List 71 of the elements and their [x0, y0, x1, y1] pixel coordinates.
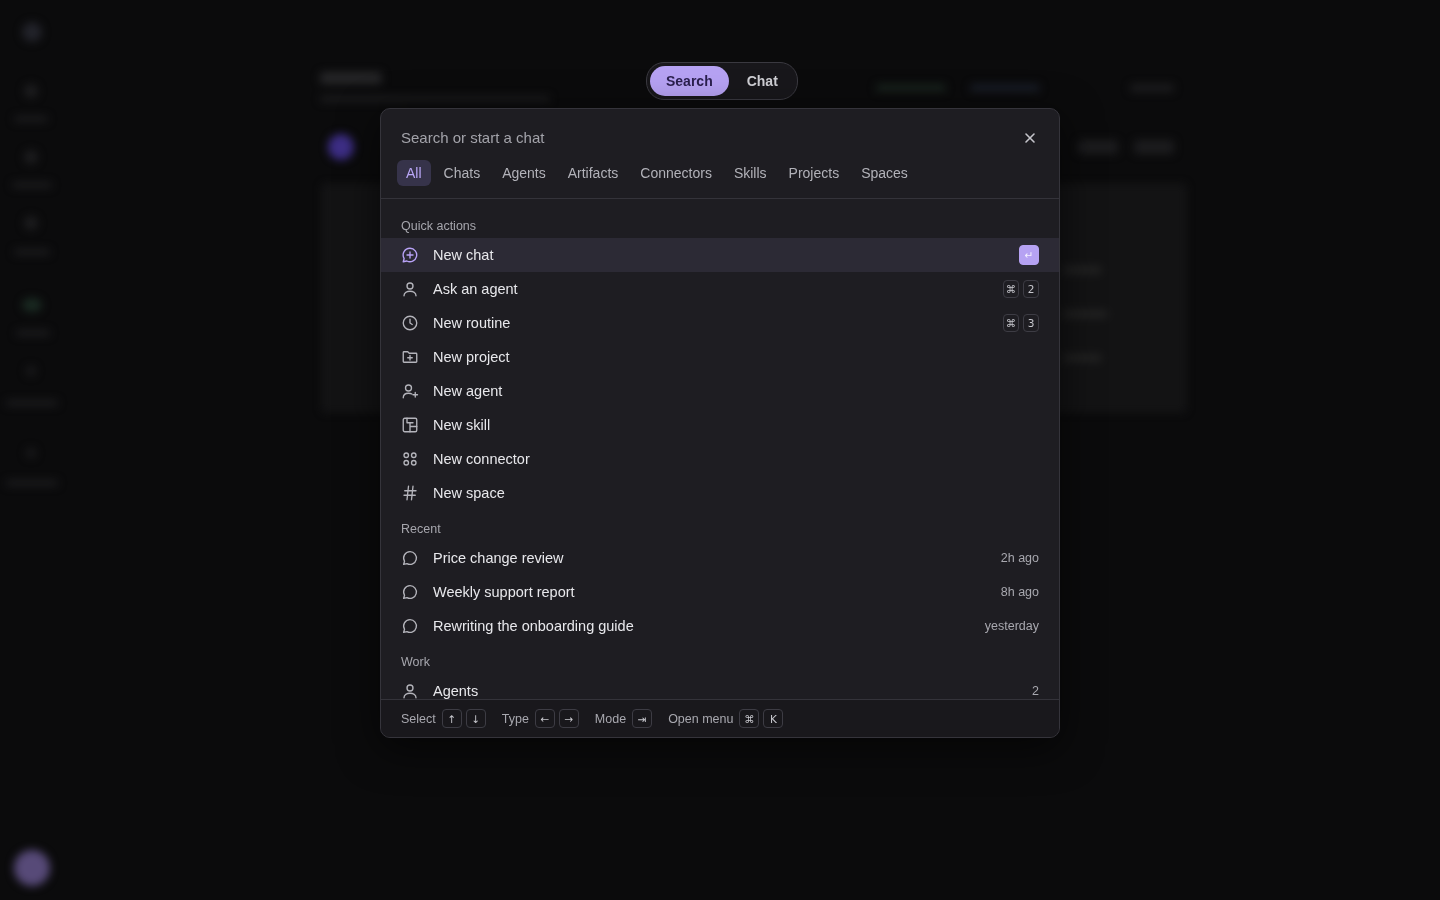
palette-item[interactable]: New project [381, 340, 1059, 374]
item-label: New skill [433, 417, 492, 433]
key-hint: K [763, 709, 784, 728]
chat-plus-icon [401, 246, 419, 264]
item-meta: 8h ago [1000, 585, 1039, 599]
filter-tab[interactable]: All [397, 160, 431, 186]
palette-item[interactable]: Ask an agent ⌘ 2 [381, 272, 1059, 306]
section-title: Recent [400, 521, 442, 538]
skill-icon [401, 416, 419, 434]
key-hint: ⇥ [632, 709, 653, 728]
key-hint: ⌘ [1003, 280, 1019, 298]
chat-bubble-icon [401, 617, 419, 635]
item-label: New routine [433, 315, 512, 331]
key-hint: ↵ [1019, 245, 1039, 265]
palette-item[interactable]: New skill [381, 408, 1059, 442]
filter-tab[interactable]: Skills [724, 160, 776, 186]
key-hint: 2 [1023, 280, 1039, 298]
item-meta: 2h ago [1000, 551, 1039, 565]
item-meta: yesterday [984, 619, 1039, 633]
clock-icon [401, 314, 419, 332]
key-hint: ⌘ [739, 709, 760, 728]
item-label: Weekly support report [433, 584, 576, 600]
key-hint: → [558, 709, 579, 728]
palette-item[interactable]: New space [381, 476, 1059, 510]
close-icon [1023, 130, 1037, 145]
palette-item[interactable]: New agent [381, 374, 1059, 408]
item-label: New agent [433, 383, 504, 399]
palette-item[interactable]: Agents 2 [381, 674, 1059, 699]
section-title: Quick actions [400, 218, 478, 235]
item-meta: 2 [1032, 684, 1039, 698]
shortcut-label: Select [401, 711, 436, 726]
section-title: Work [400, 654, 431, 671]
shortcut-label: Open menu [668, 711, 734, 726]
key-hint: ⌘ [1003, 314, 1019, 332]
filter-tab[interactable]: Agents [493, 160, 555, 186]
search-field[interactable]: Search or start a chat [401, 127, 1021, 148]
palette-item[interactable]: Price change review 2h ago [381, 541, 1059, 575]
key-hint: ← [534, 709, 555, 728]
item-label: New project [433, 349, 511, 365]
filter-tab[interactable]: Chats [434, 160, 490, 186]
filter-tab[interactable]: Artifacts [558, 160, 628, 186]
palette-item[interactable]: Rewriting the onboarding guide yesterday [381, 609, 1059, 643]
mode-tab[interactable]: Chat [730, 66, 794, 96]
hash-icon [401, 484, 419, 502]
chat-bubble-icon [401, 583, 419, 601]
item-label: Ask an agent [433, 281, 519, 297]
key-hint: 3 [1023, 314, 1039, 332]
shortcut-label: Mode [594, 711, 627, 726]
item-label: Agents [433, 683, 480, 699]
chat-bubble-icon [401, 549, 419, 567]
palette-item[interactable]: Weekly support report 8h ago [381, 575, 1059, 609]
shortcut-label: Type [501, 711, 529, 726]
key-hint: ↓ [465, 709, 486, 728]
item-label: New space [433, 485, 506, 501]
item-label: New connector [433, 451, 531, 467]
user-icon [401, 682, 419, 699]
user-icon [401, 280, 419, 298]
filter-tab[interactable]: Spaces [852, 160, 917, 186]
item-label: Price change review [433, 550, 565, 566]
key-hint: ↑ [441, 709, 462, 728]
mode-tab[interactable]: Search [650, 66, 729, 96]
four-circles-icon [401, 450, 419, 468]
palette-item[interactable]: New connector [381, 442, 1059, 476]
palette-item[interactable]: New chat ↵ [381, 238, 1059, 272]
item-label: New chat [433, 247, 495, 263]
palette-item[interactable]: New routine ⌘ 3 [381, 306, 1059, 340]
item-label: Rewriting the onboarding guide [433, 618, 635, 634]
filter-tab[interactable]: Connectors [631, 160, 721, 186]
folder-plus-icon [401, 348, 419, 366]
filter-tab[interactable]: Projects [779, 160, 849, 186]
user-plus-icon [401, 382, 419, 400]
